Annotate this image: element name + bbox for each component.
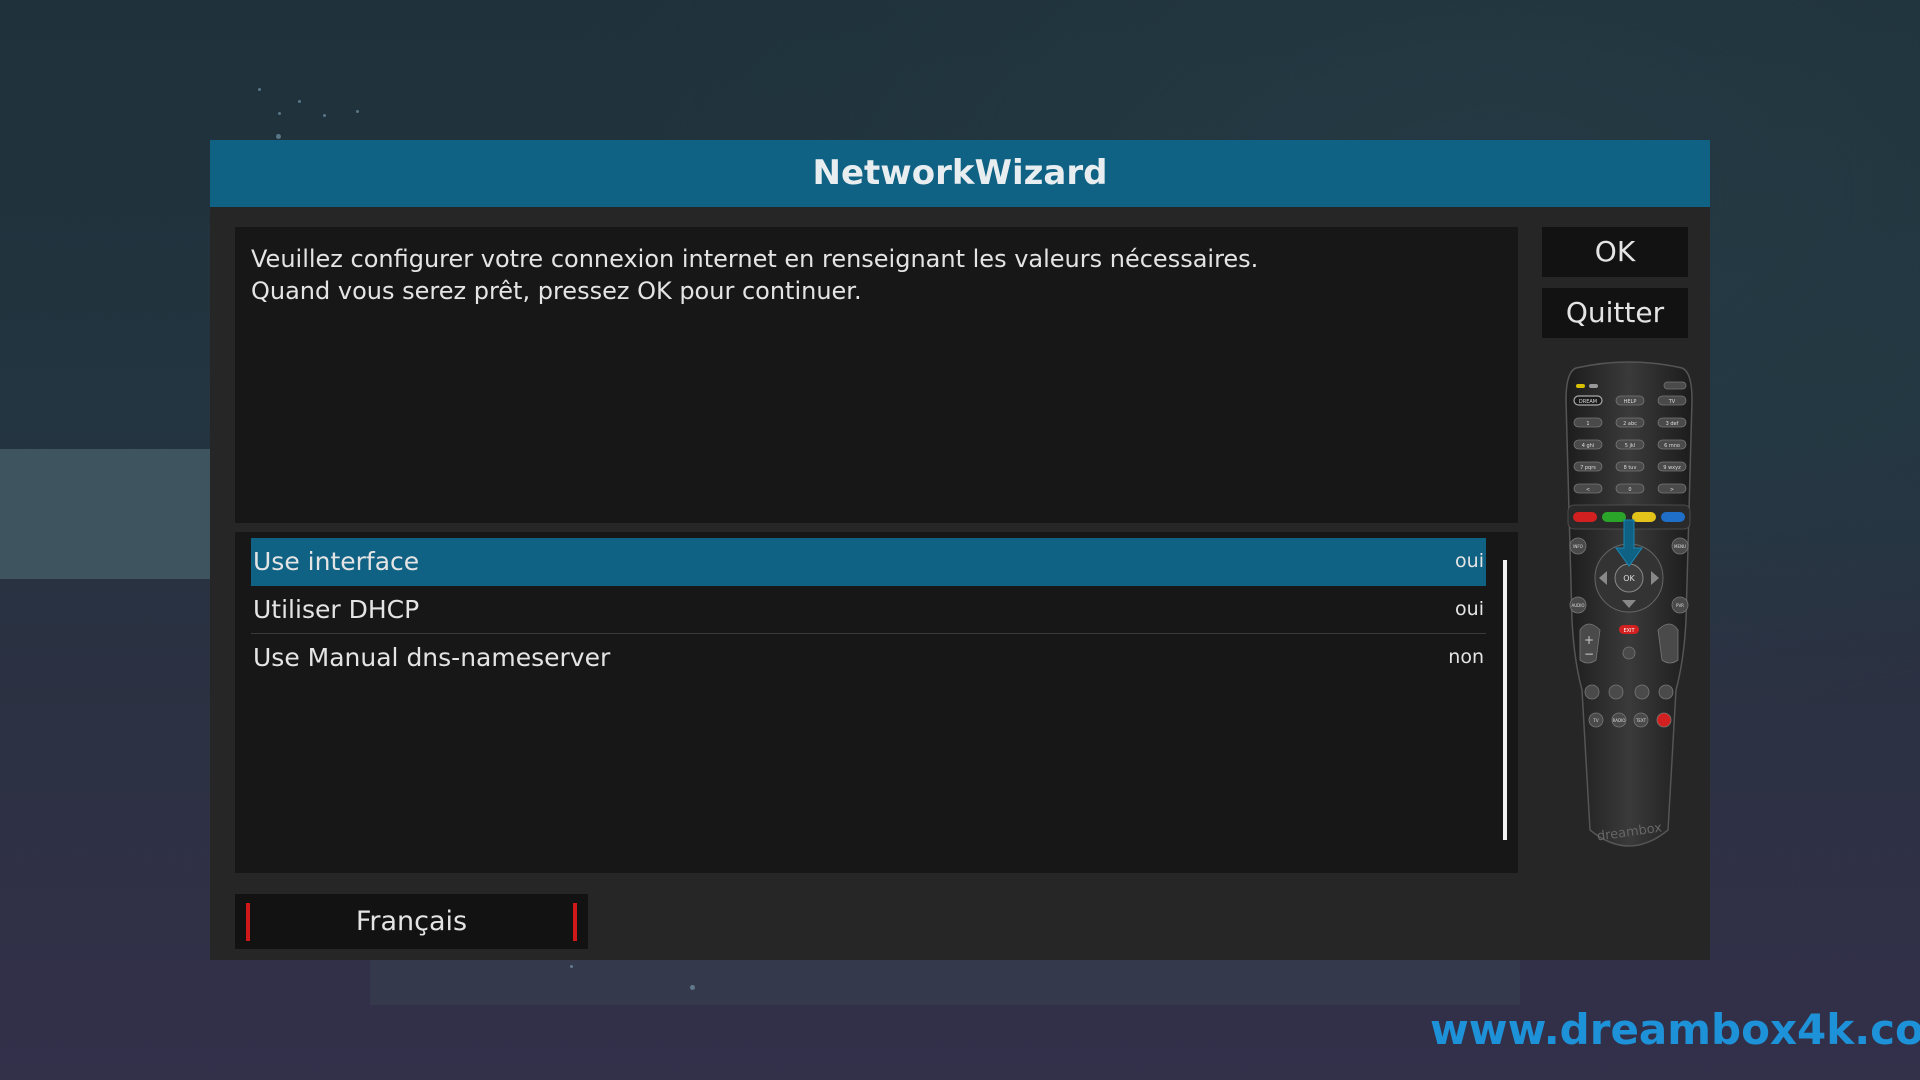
language-label: Français (355, 906, 468, 937)
background-star (276, 134, 281, 139)
option-value[interactable]: non (1448, 634, 1484, 681)
remote-key-label: MENU (1674, 544, 1686, 549)
background-star (278, 112, 281, 115)
remote-key-label: 7 pqrs (1580, 465, 1596, 471)
remote-key-label: 2 abc (1623, 421, 1637, 427)
option-row-manual-dns[interactable]: Use Manual dns-nameserver non (251, 634, 1486, 681)
ok-button[interactable]: OK (1542, 227, 1688, 277)
remote-key-label: 1 (1586, 421, 1589, 427)
remote-key-label: 8 tuv (1624, 465, 1637, 471)
remote-key-label: 5 jkl (1625, 443, 1635, 449)
yellow-key (1632, 512, 1656, 522)
option-value[interactable]: oui (1455, 538, 1484, 585)
svg-text:−: − (1584, 647, 1594, 661)
remote-key-label: < (1586, 487, 1590, 493)
background-star (258, 88, 261, 91)
remote-key-label: 9 wxyz (1663, 465, 1681, 471)
remote-key-label: PVR (1676, 603, 1684, 608)
svg-text:+: + (1584, 633, 1594, 647)
network-wizard-dialog: NetworkWizard Veuillez configurer votre … (210, 140, 1710, 960)
watermark: www.dreambox4k.com (1430, 1005, 1920, 1054)
quit-button[interactable]: Quitter (1542, 288, 1688, 338)
remote-key-label: 4 ghi (1582, 443, 1595, 449)
red-key (1573, 512, 1597, 522)
option-label: Utiliser DHCP (253, 595, 420, 624)
remote-key-label: RADIO (1613, 718, 1626, 723)
remote-key-label: AUDIO (1571, 603, 1584, 608)
status-led (1589, 384, 1598, 388)
power-led (1576, 384, 1585, 388)
instruction-text: Veuillez configurer votre connexion inte… (251, 243, 1258, 307)
settings-list: Use interface oui Utiliser DHCP oui Use … (235, 532, 1518, 873)
language-button[interactable]: Français (235, 894, 588, 949)
list-scrollbar[interactable] (1503, 560, 1507, 840)
remote-key-label: 0 (1628, 487, 1631, 493)
remote-key-label: 6 mno (1664, 443, 1680, 449)
background-star (298, 100, 301, 103)
dialog-title: NetworkWizard (812, 153, 1108, 193)
remote-key-label: TEXT (1635, 718, 1647, 723)
instruction-line-1: Veuillez configurer votre connexion inte… (251, 245, 1259, 273)
background-star (690, 985, 695, 990)
option-row-use-interface[interactable]: Use interface oui (251, 538, 1486, 586)
instruction-panel: Veuillez configurer votre connexion inte… (235, 227, 1518, 523)
language-marker-right (573, 903, 577, 941)
remote-key-label: OK (1623, 574, 1635, 583)
remote-key-label: EXIT (1623, 628, 1635, 634)
remote-key-label: HELP (1624, 399, 1637, 405)
remote-key-label: TV (1668, 399, 1676, 405)
option-value[interactable]: oui (1455, 586, 1484, 633)
background-star (323, 114, 326, 117)
remote-key-label: TV (1592, 718, 1598, 723)
green-key (1602, 512, 1626, 522)
power-key (1663, 381, 1687, 390)
record-key (1656, 712, 1672, 728)
instruction-line-2: Quand vous serez prêt, pressez OK pour c… (251, 277, 862, 305)
option-label: Use Manual dns-nameserver (253, 643, 611, 672)
background-star (356, 110, 359, 113)
mute-key (1622, 646, 1636, 660)
remote-key-label: > (1670, 487, 1674, 493)
option-row-use-dhcp[interactable]: Utiliser DHCP oui (251, 586, 1486, 634)
remote-key-label: DREAM (1579, 399, 1597, 405)
remote-key-label: 3 def (1666, 421, 1679, 427)
title-bar: NetworkWizard (210, 140, 1710, 207)
option-label: Use interface (253, 547, 420, 576)
remote-control-icon: DREAM HELP TV 1 2 abc 3 def 4 ghi 5 jkl … (1565, 361, 1693, 847)
remote-key-label: INFO (1573, 544, 1583, 549)
blue-key (1661, 512, 1685, 522)
background-band (0, 449, 210, 579)
background-star (570, 965, 573, 968)
